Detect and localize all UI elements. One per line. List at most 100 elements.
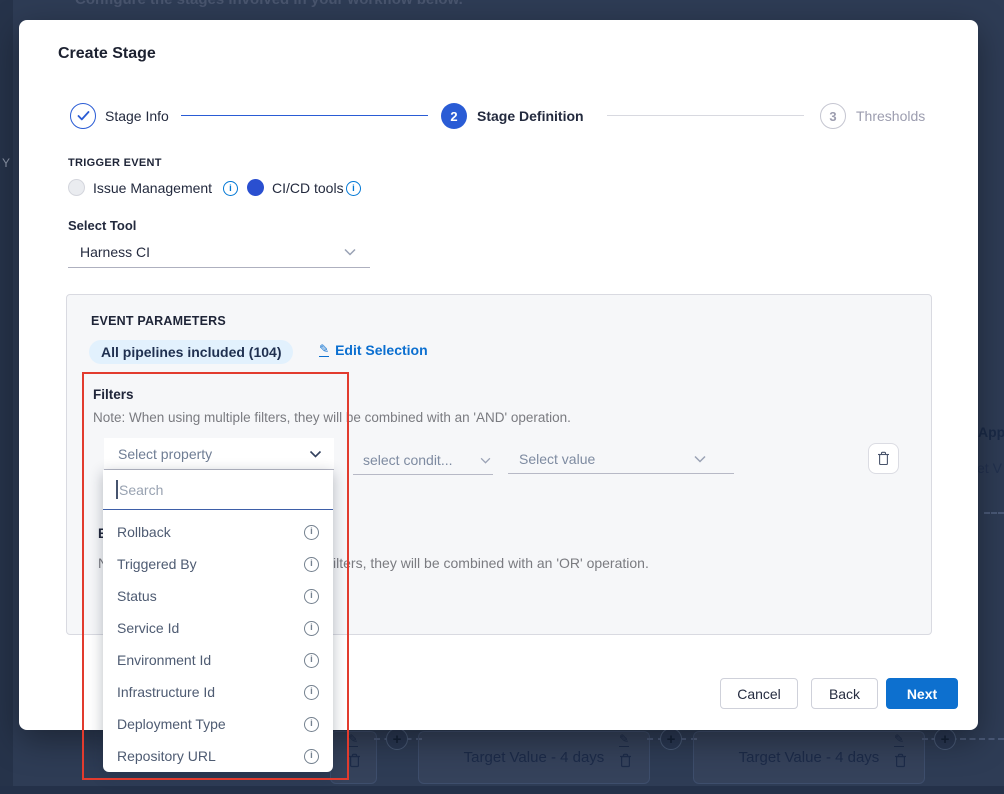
dropdown-option-deployment-type[interactable]: Deployment Type i [103, 708, 333, 740]
edit-selection-link[interactable]: ✎ Edit Selection [319, 342, 428, 358]
info-glyph: i [310, 751, 313, 761]
left-sidebar-strip [0, 0, 13, 794]
filters-heading: Filters [93, 387, 134, 402]
plus-icon: + [941, 731, 950, 748]
info-glyph: i [310, 687, 313, 697]
dropdown-search[interactable] [103, 470, 333, 510]
text-caret [116, 480, 118, 499]
dropdown-option-repository-url[interactable]: Repository URL i [103, 740, 333, 772]
radio-issue-management-label: Issue Management [93, 180, 212, 196]
next-button[interactable]: Next [886, 678, 958, 709]
cancel-button[interactable]: Cancel [720, 678, 798, 709]
radio-issue-management[interactable] [68, 179, 85, 196]
step-thresholds-circle[interactable]: 3 [820, 103, 846, 129]
add-stage-button[interactable]: + [934, 728, 956, 750]
edit-icon[interactable]: ✎ [894, 733, 904, 747]
connector-dash [984, 512, 1004, 514]
stepper-connector [181, 115, 428, 116]
condition-select-placeholder: select condit... [363, 452, 453, 468]
info-icon[interactable]: i [304, 589, 319, 604]
info-icon[interactable]: i [304, 525, 319, 540]
dropdown-option-status[interactable]: Status i [103, 580, 333, 612]
background-right-fragment: App [978, 424, 1004, 440]
info-icon[interactable]: i [304, 717, 319, 732]
radio-cicd-tools[interactable] [247, 179, 264, 196]
step-thresholds-label: Thresholds [856, 108, 925, 124]
dropdown-option-environment-id[interactable]: Environment Id i [103, 644, 333, 676]
trash-icon[interactable] [619, 753, 632, 773]
info-icon[interactable]: i [304, 621, 319, 636]
option-label: Environment Id [117, 652, 211, 668]
add-stage-button[interactable]: + [660, 728, 682, 750]
edit-icon: ✎ [319, 343, 329, 357]
condition-select[interactable]: select condit... [353, 446, 493, 475]
chevron-down-icon [694, 455, 706, 463]
radio-cicd-tools-label: CI/CD tools [272, 180, 344, 196]
info-glyph: i [310, 559, 313, 569]
info-icon[interactable]: i [304, 749, 319, 764]
info-glyph: i [352, 184, 355, 194]
background-heading: Configure the stages involved in your wo… [75, 0, 463, 8]
value-select-placeholder: Select value [519, 451, 595, 467]
select-tool-label: Select Tool [68, 218, 136, 233]
background-left-fragment: Y [2, 156, 10, 170]
filters-note: Note: When using multiple filters, they … [93, 410, 571, 425]
chevron-down-icon [309, 450, 322, 458]
target-value-label: Target Value - 4 days [464, 749, 605, 766]
target-value-card[interactable]: Target Value - 4 days [693, 731, 925, 784]
info-glyph: i [310, 591, 313, 601]
tool-select-value: Harness CI [80, 244, 150, 260]
info-glyph: i [310, 623, 313, 633]
edit-selection-label: Edit Selection [335, 342, 428, 358]
dropdown-options-list: Rollback i Triggered By i Status i Servi… [103, 510, 333, 772]
option-label: Repository URL [117, 748, 216, 764]
step-stage-definition-circle[interactable]: 2 [441, 103, 467, 129]
info-icon[interactable]: i [223, 181, 238, 196]
info-icon[interactable]: i [304, 685, 319, 700]
edit-icon[interactable]: ✎ [348, 733, 358, 747]
add-stage-button[interactable]: + [386, 728, 408, 750]
delete-filter-button[interactable] [868, 443, 899, 474]
dropdown-option-infrastructure-id[interactable]: Infrastructure Id i [103, 676, 333, 708]
background-right-fragment: et V [977, 460, 1002, 476]
trash-icon [877, 451, 890, 466]
event-parameters-heading: EVENT PARAMETERS [91, 314, 226, 328]
chevron-down-icon [344, 248, 356, 256]
info-icon[interactable]: i [304, 557, 319, 572]
pipelines-pill: All pipelines included (104) [89, 340, 293, 364]
option-label: Infrastructure Id [117, 684, 215, 700]
step-stage-info-circle[interactable] [70, 103, 96, 129]
info-icon[interactable]: i [346, 181, 361, 196]
option-label: Service Id [117, 620, 179, 636]
tool-select[interactable]: Harness CI [68, 237, 370, 268]
info-glyph: i [310, 719, 313, 729]
step-number: 3 [829, 109, 836, 124]
step-stage-definition-label: Stage Definition [477, 108, 584, 124]
step-number: 2 [450, 109, 457, 124]
property-select[interactable]: Select property [104, 438, 334, 470]
modal-title: Create Stage [58, 45, 156, 63]
back-button[interactable]: Back [811, 678, 878, 709]
search-input[interactable] [103, 470, 333, 509]
step-stage-info-label: Stage Info [105, 108, 169, 124]
target-value-label: Target Value - 4 days [739, 749, 880, 766]
value-select[interactable]: Select value [508, 444, 734, 474]
bottom-strip [0, 786, 1004, 794]
info-glyph: i [310, 527, 313, 537]
plus-icon: + [667, 731, 676, 748]
trigger-event-heading: TRIGGER EVENT [68, 157, 162, 169]
edit-icon[interactable]: ✎ [619, 733, 629, 747]
option-label: Deployment Type [117, 716, 226, 732]
target-value-card[interactable]: Target Value - 4 days [418, 731, 650, 784]
trash-icon[interactable] [894, 753, 907, 773]
dropdown-option-triggered-by[interactable]: Triggered By i [103, 548, 333, 580]
info-icon[interactable]: i [304, 653, 319, 668]
trash-icon[interactable] [348, 753, 361, 773]
dropdown-option-rollback[interactable]: Rollback i [103, 516, 333, 548]
stepper-connector [607, 115, 804, 116]
dropdown-option-service-id[interactable]: Service Id i [103, 612, 333, 644]
property-dropdown: Rollback i Triggered By i Status i Servi… [103, 470, 333, 772]
screen: Configure the stages involved in your wo… [0, 0, 1004, 794]
option-label: Status [117, 588, 157, 604]
plus-icon: + [393, 731, 402, 748]
